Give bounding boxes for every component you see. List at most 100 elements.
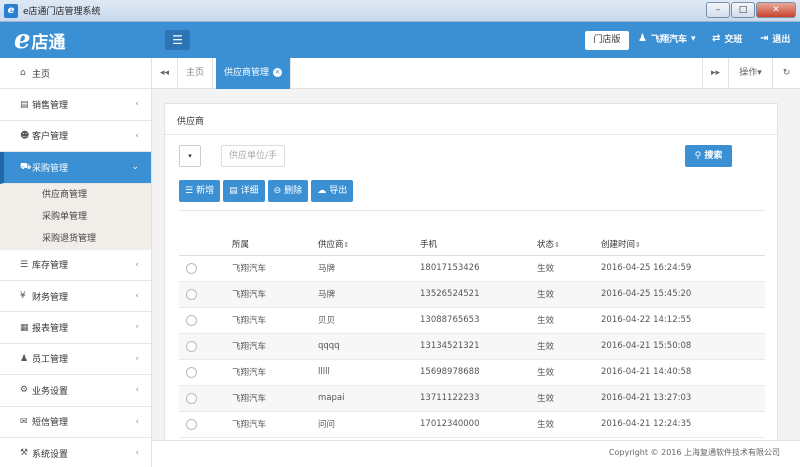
search-button[interactable]: ⚲ 搜索 [685, 145, 732, 167]
row-select-cell [179, 411, 229, 438]
phone-cell: 13526524521 [417, 281, 534, 308]
row-radio[interactable] [186, 392, 197, 404]
chevron-left-icon: ‹ [135, 322, 139, 333]
sidebar-item-sms[interactable]: ✉ 短信管理 ‹ [0, 407, 151, 438]
row-select-cell [179, 333, 229, 360]
owner-cell: 飞翔汽车 [229, 307, 315, 334]
table-row[interactable]: 飞翔汽车 qqqq 13134521321 生效 2016-04-21 15:5… [179, 333, 765, 360]
table-row[interactable]: 飞翔汽车 马牌 13526524521 生效 2016-04-25 15:45:… [179, 281, 765, 308]
logout-button[interactable]: ⇥ 退出 [760, 32, 790, 45]
phone-cell: 18017153426 [417, 255, 534, 282]
sidebar-item-label: 业务设置 [32, 386, 69, 397]
table-row[interactable]: 飞翔汽车 lllll 15698978688 生效 2016-04-21 14:… [179, 359, 765, 386]
list-icon: ☰ [185, 186, 194, 196]
top-header: e 店通 ☰ 门店版 ♟ 飞翔汽车 ▾ ⇄ 交班 ⇥ 退出 [0, 22, 800, 58]
sidebar-item-label: 库存管理 [32, 261, 69, 272]
sidebar-item-finance[interactable]: ¥ 财务管理 ‹ [0, 281, 151, 313]
sidebar-item-sales[interactable]: ▤ 销售管理 ‹ [0, 89, 151, 121]
search-button-label: 搜索 [704, 151, 723, 161]
status-cell: 生效 [534, 333, 598, 360]
sidebar-subitem-suppliers[interactable]: 供应商管理 [0, 184, 151, 206]
sidebar-item-label: 客户管理 [32, 132, 69, 143]
status-cell: 生效 [534, 307, 598, 334]
detail-button[interactable]: ▤ 详细 [223, 180, 265, 202]
tab-scroll-left-button[interactable]: ◂◂ [152, 58, 178, 89]
created-time-cell: 2016-04-25 16:24:59 [598, 255, 765, 282]
table-row[interactable]: 飞翔汽车 马牌 18017153426 生效 2016-04-25 16:24:… [179, 255, 765, 282]
sort-icon: ⇕ [635, 240, 641, 249]
tab-supplier-management[interactable]: 供应商管理 × [216, 58, 292, 89]
supplier-panel: 供应商 ▾ ⚲ 搜索 ☰ 新增 ▤ 详细 ⊖ 删除 ☁ 导出 [164, 103, 779, 467]
sidebar-item-reports[interactable]: ▦ 报表管理 ‹ [0, 312, 151, 344]
row-radio[interactable] [186, 314, 197, 326]
chevron-left-icon: ‹ [135, 259, 139, 270]
refresh-icon[interactable]: ↻ [772, 58, 800, 89]
column-header-phone[interactable]: 手机 [417, 233, 534, 256]
column-header-owner[interactable]: 所属 [229, 233, 315, 256]
status-cell: 生效 [534, 385, 598, 412]
sidebar-item-system-settings[interactable]: ⚒ 系统设置 ‹ [0, 438, 151, 467]
action-toolbar: ☰ 新增 ▤ 详细 ⊖ 删除 ☁ 导出 [179, 180, 354, 202]
tab-home[interactable]: 主页 [178, 58, 214, 89]
sidebar-item-customers[interactable]: ☻ 客户管理 ‹ [0, 121, 151, 153]
phone-cell: 13134521321 [417, 333, 534, 360]
row-radio[interactable] [186, 340, 197, 352]
status-cell: 生效 [534, 281, 598, 308]
home-icon: ⌂ [20, 68, 26, 79]
minimize-button[interactable]: – [706, 2, 730, 18]
menu-toggle-button[interactable]: ☰ [165, 30, 190, 50]
column-header-status[interactable]: 状态⇕ [534, 233, 598, 256]
table-row[interactable]: 飞翔汽车 贝贝 13088765653 生效 2016-04-22 14:12:… [179, 307, 765, 334]
filter-select[interactable]: ▾ [179, 145, 201, 167]
close-tab-icon[interactable]: × [273, 68, 283, 77]
copyright-text: Copyright © 2016 上海复通软件技术有限公司 [608, 448, 780, 457]
shift-button[interactable]: ⇄ 交班 [712, 32, 742, 45]
row-radio[interactable] [186, 288, 197, 300]
add-button[interactable]: ☰ 新增 [179, 180, 221, 202]
sidebar-item-label: 主页 [32, 69, 51, 80]
created-time-cell: 2016-04-21 14:40:58 [598, 359, 765, 386]
phone-cell: 13711122233 [417, 385, 534, 412]
sidebar-item-staff[interactable]: ♟ 员工管理 ‹ [0, 344, 151, 376]
row-radio[interactable] [186, 418, 197, 430]
export-button[interactable]: ☁ 导出 [311, 180, 354, 202]
column-header-supplier[interactable]: 供应商⇕ [315, 233, 417, 256]
sidebar-subitem-purchase-orders[interactable]: 采购单管理 [0, 206, 151, 228]
tab-scroll-right-button[interactable]: ▸▸ [702, 58, 728, 89]
delete-button[interactable]: ⊖ 删除 [267, 180, 309, 202]
table-row[interactable]: 飞翔汽车 问问 17012340000 生效 2016-04-21 12:24:… [179, 411, 765, 438]
chevron-left-icon: ‹ [135, 353, 139, 364]
user-label: 飞翔汽车 [650, 35, 687, 45]
logo: e 店通 [14, 24, 66, 56]
table-row[interactable]: 飞翔汽车 mapai 13711122233 生效 2016-04-21 13:… [179, 385, 765, 412]
sidebar-item-label: 销售管理 [32, 101, 69, 112]
main-content: 供应商 ▾ ⚲ 搜索 ☰ 新增 ▤ 详细 ⊖ 删除 ☁ 导出 [152, 89, 800, 467]
row-select-cell [179, 255, 229, 282]
sidebar-item-business-settings[interactable]: ⚙ 业务设置 ‹ [0, 375, 151, 407]
sidebar-subitem-purchase-returns[interactable]: 采购退货管理 [0, 228, 151, 250]
truck-icon: ⛟ [20, 161, 32, 172]
logout-label: 退出 [772, 35, 791, 45]
user-menu[interactable]: ♟ 飞翔汽车 ▾ [638, 32, 696, 45]
divider [179, 210, 765, 211]
sidebar-item-home[interactable]: ⌂ 主页 [0, 58, 151, 90]
search-input[interactable] [221, 145, 285, 167]
sidebar-item-inventory[interactable]: ☰ 库存管理 ‹ [0, 250, 151, 281]
supplier-cell: qqqq [315, 333, 417, 360]
cloud-icon: ☁ [317, 186, 327, 196]
phone-cell: 15698978688 [417, 359, 534, 386]
tab-actions-dropdown[interactable]: 操作▾ [728, 58, 772, 89]
divider [165, 134, 779, 135]
footer: Copyright © 2016 上海复通软件技术有限公司 [152, 440, 800, 467]
user-icon: ♟ [638, 33, 647, 44]
column-header-created-time[interactable]: 创建时间⇕ [598, 233, 765, 256]
supplier-cell: 贝贝 [315, 307, 417, 334]
close-window-button[interactable]: ✕ [756, 2, 796, 18]
minus-circle-icon: ⊖ [273, 186, 282, 196]
sidebar-item-purchasing[interactable]: ⛟ 采购管理 ⌄ [0, 152, 151, 184]
maximize-button[interactable]: □ [731, 2, 755, 18]
row-select-cell [179, 385, 229, 412]
row-radio[interactable] [186, 262, 197, 274]
row-radio[interactable] [186, 366, 197, 378]
store-version-button[interactable]: 门店版 [585, 31, 629, 50]
